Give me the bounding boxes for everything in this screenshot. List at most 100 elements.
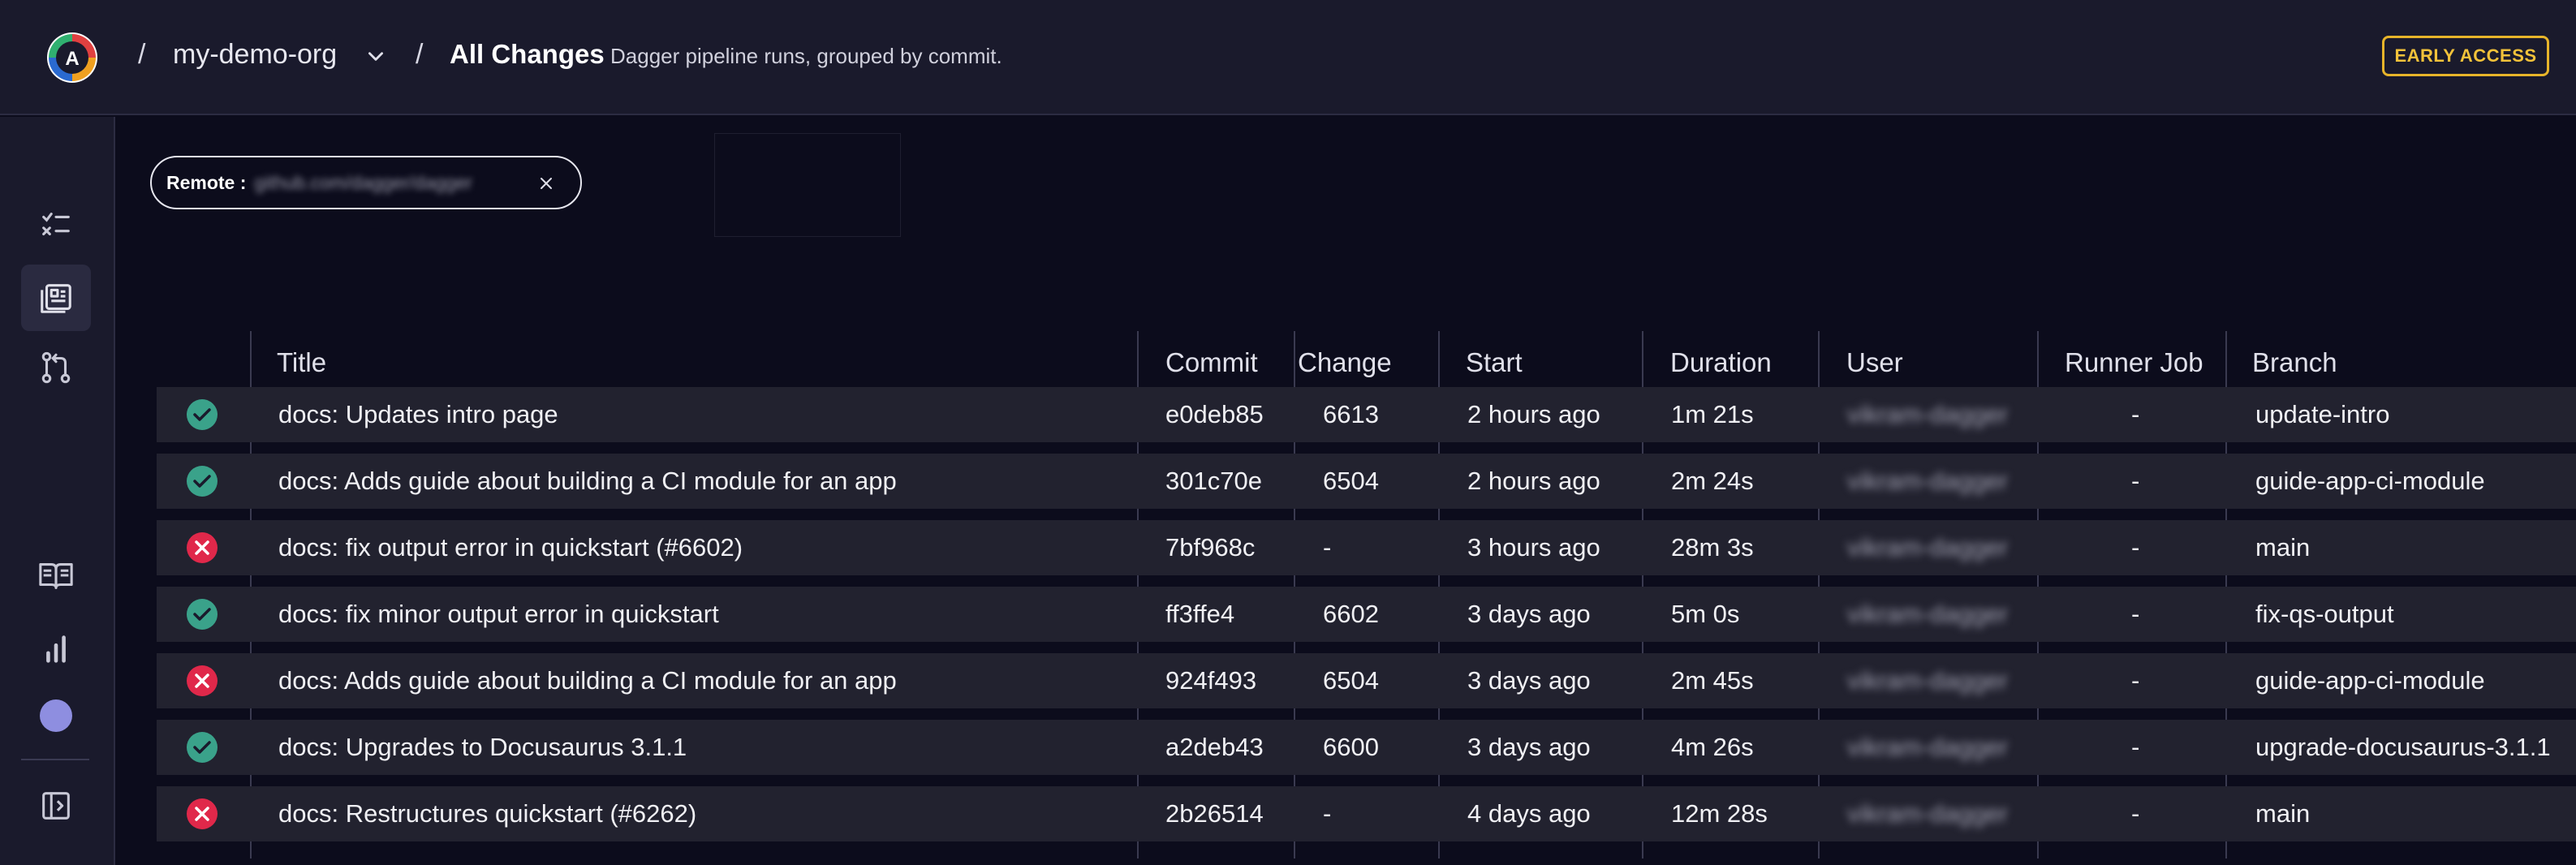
success-check-icon bbox=[187, 732, 218, 763]
cell-commit[interactable]: 924f493 bbox=[1165, 666, 1256, 695]
column-header-user[interactable]: User bbox=[1846, 347, 1903, 378]
close-icon[interactable] bbox=[536, 174, 556, 193]
sidebar-item-changes[interactable] bbox=[21, 265, 91, 331]
table-row[interactable]: docs: Restructures quickstart (#6262) 2b2… bbox=[157, 786, 2576, 841]
cell-duration: 1m 21s bbox=[1671, 400, 1754, 428]
sidebar-divider bbox=[21, 759, 89, 760]
cell-commit[interactable]: ff3ffe4 bbox=[1165, 600, 1234, 629]
cell-user: vikram-dagger bbox=[1847, 467, 2009, 495]
dagger-logo-icon[interactable]: A bbox=[45, 31, 99, 84]
column-header-start[interactable]: Start bbox=[1466, 347, 1523, 378]
cell-branch[interactable]: fix-qs-output bbox=[2255, 600, 2394, 629]
cell-change: - bbox=[1323, 533, 1332, 562]
table-row[interactable]: docs: fix output error in quickstart (#6… bbox=[157, 520, 2576, 575]
cell-title[interactable]: docs: Restructures quickstart (#6262) bbox=[278, 799, 696, 828]
cell-user: vikram-dagger bbox=[1847, 733, 2009, 761]
cell-runner-job: - bbox=[2131, 799, 2140, 828]
cell-start: 4 days ago bbox=[1467, 799, 1591, 828]
cell-branch[interactable]: main bbox=[2255, 799, 2310, 828]
cell-change: 6504 bbox=[1323, 666, 1379, 695]
cell-title[interactable]: docs: fix output error in quickstart (#6… bbox=[278, 533, 743, 562]
cell-runner-job: - bbox=[2131, 533, 2140, 562]
cell-commit[interactable]: 7bf968c bbox=[1165, 533, 1255, 562]
table-row[interactable]: docs: Upgrades to Docusaurus 3.1.1 a2deb4… bbox=[157, 720, 2576, 775]
cell-title[interactable]: docs: fix minor output error in quicksta… bbox=[278, 600, 719, 629]
failure-x-icon bbox=[187, 798, 218, 829]
table-row[interactable]: docs: fix minor output error in quicksta… bbox=[157, 587, 2576, 642]
cell-start: 2 hours ago bbox=[1467, 400, 1600, 428]
cell-runner-job: - bbox=[2131, 666, 2140, 695]
cell-start: 3 hours ago bbox=[1467, 533, 1600, 562]
column-header-commit[interactable]: Commit bbox=[1165, 347, 1258, 378]
cell-change: 6600 bbox=[1323, 733, 1379, 761]
cell-branch[interactable]: guide-app-ci-module bbox=[2255, 467, 2485, 496]
sidebar bbox=[0, 117, 115, 865]
cell-commit[interactable]: e0deb85 bbox=[1165, 400, 1264, 429]
cell-commit[interactable]: a2deb43 bbox=[1165, 733, 1264, 762]
table-row[interactable]: docs: Adds guide about building a CI mod… bbox=[157, 653, 2576, 708]
checklist-icon bbox=[42, 213, 70, 236]
sidebar-item-pull-requests[interactable] bbox=[21, 334, 91, 401]
sidebar-item-checklist[interactable] bbox=[21, 192, 91, 258]
breadcrumb-separator: / bbox=[138, 39, 146, 70]
cell-change: 6504 bbox=[1323, 467, 1379, 495]
top-bar: A / my-demo-org / All Changes Dagger pip… bbox=[0, 0, 2576, 115]
cell-start: 2 hours ago bbox=[1467, 467, 1600, 495]
cell-start: 3 days ago bbox=[1467, 666, 1591, 695]
cell-change: 6602 bbox=[1323, 600, 1379, 628]
collapse-sidebar-icon bbox=[42, 792, 70, 820]
changes-list-icon bbox=[41, 284, 71, 313]
empty-panel bbox=[714, 133, 901, 237]
status-dot-icon bbox=[40, 699, 72, 732]
column-header-runner-job[interactable]: Runner Job bbox=[2065, 347, 2203, 378]
logo-letter: A bbox=[65, 48, 79, 70]
cell-title[interactable]: docs: Updates intro page bbox=[278, 400, 558, 429]
column-header-change[interactable]: Change bbox=[1298, 347, 1392, 378]
org-selector-label[interactable]: my-demo-org bbox=[173, 39, 337, 71]
sidebar-item-status[interactable] bbox=[21, 682, 91, 749]
sidebar-collapse-button[interactable] bbox=[21, 772, 91, 839]
success-check-icon bbox=[187, 466, 218, 497]
cell-duration: 2m 45s bbox=[1671, 666, 1754, 695]
failure-x-icon bbox=[187, 665, 218, 696]
cell-commit[interactable]: 2b26514 bbox=[1165, 799, 1264, 828]
filter-chip-label: Remote : bbox=[166, 171, 247, 193]
cell-branch[interactable]: update-intro bbox=[2255, 400, 2389, 429]
cell-title[interactable]: docs: Upgrades to Docusaurus 3.1.1 bbox=[278, 733, 687, 762]
cell-duration: 5m 0s bbox=[1671, 600, 1740, 628]
cell-change: - bbox=[1323, 799, 1332, 828]
cell-start: 3 days ago bbox=[1467, 600, 1591, 628]
cell-title[interactable]: docs: Adds guide about building a CI mod… bbox=[278, 666, 897, 695]
column-header-title[interactable]: Title bbox=[277, 347, 326, 378]
cell-runner-job: - bbox=[2131, 600, 2140, 628]
cell-commit[interactable]: 301c70e bbox=[1165, 467, 1262, 496]
chevron-down-icon[interactable] bbox=[365, 45, 386, 67]
docs-book-icon bbox=[39, 563, 73, 589]
filter-chip-remote[interactable]: Remote : github.com/dagger/dagger bbox=[150, 156, 582, 209]
cell-change: 6613 bbox=[1323, 400, 1379, 428]
sidebar-item-insights[interactable] bbox=[21, 615, 91, 682]
column-header-branch[interactable]: Branch bbox=[2252, 347, 2337, 378]
cell-start: 3 days ago bbox=[1467, 733, 1591, 761]
cell-branch[interactable]: main bbox=[2255, 533, 2310, 562]
early-access-badge[interactable]: EARLY ACCESS bbox=[2382, 36, 2549, 76]
column-header-duration[interactable]: Duration bbox=[1670, 347, 1772, 378]
table-header: Title Commit Change Start Duration User … bbox=[157, 331, 2576, 386]
cell-runner-job: - bbox=[2131, 733, 2140, 761]
sidebar-item-docs[interactable] bbox=[21, 542, 91, 609]
cell-title[interactable]: docs: Adds guide about building a CI mod… bbox=[278, 467, 897, 496]
table-row[interactable]: docs: Adds guide about building a CI mod… bbox=[157, 454, 2576, 509]
cell-runner-job: - bbox=[2131, 400, 2140, 428]
cell-branch[interactable]: guide-app-ci-module bbox=[2255, 666, 2485, 695]
failure-x-icon bbox=[187, 532, 218, 563]
cell-user: vikram-dagger bbox=[1847, 666, 2009, 695]
success-check-icon bbox=[187, 599, 218, 630]
cell-runner-job: - bbox=[2131, 467, 2140, 495]
cell-user: vikram-dagger bbox=[1847, 533, 2009, 562]
cell-duration: 4m 26s bbox=[1671, 733, 1754, 761]
table-row[interactable]: docs: Updates intro page e0deb85 6613 2 hou… bbox=[157, 387, 2576, 442]
success-check-icon bbox=[187, 399, 218, 430]
bar-chart-icon bbox=[46, 635, 66, 663]
cell-user: vikram-dagger bbox=[1847, 600, 2009, 628]
cell-branch[interactable]: upgrade-docusaurus-3.1.1 bbox=[2255, 733, 2551, 762]
